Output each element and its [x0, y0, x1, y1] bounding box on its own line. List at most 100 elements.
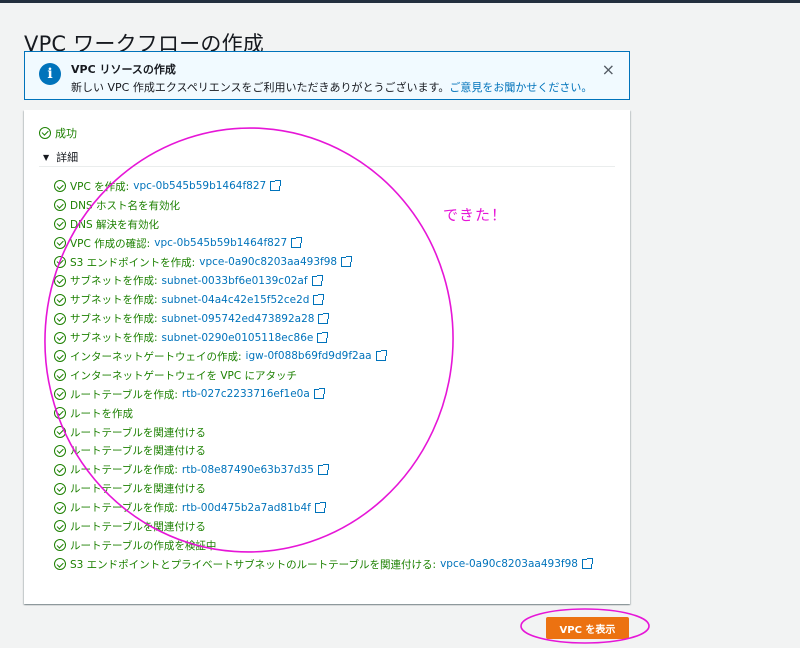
step-text: ルートテーブルを関連付ける [70, 520, 206, 533]
details-toggle[interactable]: ▼ 詳細 [43, 149, 78, 165]
check-circle-icon [54, 237, 66, 250]
flash-message: 新しい VPC 作成エクスペリエンスをご利用いただきありがとうございます。ご意見… [71, 79, 592, 95]
resource-link[interactable]: subnet-095742ed473892a28 [162, 313, 315, 325]
step-item: ルートテーブルを関連付ける [54, 423, 592, 442]
step-item: DNS 解決を有効化 [54, 215, 592, 234]
status-label: 成功 [55, 127, 77, 140]
resource-link[interactable]: igw-0f088b69fd9d9f2aa [246, 350, 372, 362]
step-text: サブネットを作成: [70, 275, 158, 288]
check-circle-icon [54, 274, 66, 287]
resource-link[interactable]: rtb-08e87490e63b37d35 [182, 464, 314, 476]
external-link-icon[interactable] [313, 388, 325, 400]
step-item: ルートテーブルの作成を検証中 [54, 536, 592, 555]
close-icon[interactable]: × [602, 60, 615, 79]
check-circle-icon [54, 180, 66, 193]
check-circle-icon [54, 444, 66, 457]
external-link-icon[interactable] [581, 558, 593, 570]
step-item: ルートテーブルを関連付ける [54, 517, 592, 536]
external-link-icon[interactable] [375, 350, 387, 362]
resource-link[interactable]: rtb-00d475b2a7ad81b4f [182, 502, 311, 514]
step-item: ルートテーブルを関連付ける [54, 441, 592, 460]
caret-down-icon: ▼ [43, 152, 50, 162]
info-flash-banner: i VPC リソースの作成 新しい VPC 作成エクスペリエンスをご利用いただき… [24, 51, 630, 100]
check-circle-icon [54, 482, 66, 495]
step-item: ルートテーブルを作成: rtb-08e87490e63b37d35 [54, 460, 592, 479]
step-text: VPC 作成の確認: [70, 237, 151, 250]
step-text: VPC を作成: [70, 180, 130, 193]
step-text: サブネットを作成: [70, 294, 158, 307]
flash-message-text: 新しい VPC 作成エクスペリエンスをご利用いただきありがとうございます。 [71, 81, 450, 94]
external-link-icon[interactable] [270, 180, 282, 192]
check-circle-icon [54, 539, 66, 552]
resource-link[interactable]: subnet-0033bf6e0139c02af [162, 275, 308, 287]
resource-link[interactable]: vpc-0b545b59b1464f827 [133, 180, 266, 192]
check-circle-icon [54, 369, 66, 382]
resource-link[interactable]: vpce-0a90c8203aa493f98 [440, 558, 578, 570]
workflow-panel: 成功 ▼ 詳細 VPC を作成: vpc-0b545b59b1464f827 DNS… [24, 110, 630, 604]
check-circle-icon [54, 520, 66, 533]
step-text: S3 エンドポイントを作成: [70, 256, 196, 269]
external-link-icon[interactable] [313, 293, 325, 305]
step-text: ルートを作成 [70, 407, 133, 420]
step-item: ルートテーブルを作成: rtb-00d475b2a7ad81b4f [54, 498, 592, 517]
step-item: ルートテーブルを関連付ける [54, 479, 592, 498]
step-text: ルートテーブルの作成を検証中 [70, 539, 217, 552]
step-text: サブネットを作成: [70, 332, 158, 345]
step-item: インターネットゲートウェイの作成: igw-0f088b69fd9d9f2aa [54, 347, 592, 366]
step-item: サブネットを作成: subnet-0290e0105118ec86e [54, 328, 592, 347]
external-link-icon[interactable] [291, 237, 303, 249]
resource-link[interactable]: subnet-04a4c42e15f52ce2d [162, 294, 310, 306]
step-text: インターネットゲートウェイを VPC にアタッチ [70, 369, 298, 382]
step-item: S3 エンドポイントを作成: vpce-0a90c8203aa493f98 [54, 253, 592, 272]
external-link-icon[interactable] [318, 312, 330, 324]
check-circle-icon [54, 558, 66, 571]
step-text: ルートテーブルを関連付ける [70, 483, 206, 496]
step-item: サブネットを作成: subnet-0033bf6e0139c02af [54, 271, 592, 290]
external-link-icon[interactable] [317, 463, 329, 475]
step-item: DNS ホスト名を有効化 [54, 196, 592, 215]
check-circle-icon [54, 256, 66, 268]
step-item: サブネットを作成: subnet-095742ed473892a28 [54, 309, 592, 328]
check-circle-icon [54, 218, 66, 231]
step-text: ルートテーブルを作成: [70, 502, 178, 515]
view-vpc-button[interactable]: VPC を表示 [546, 617, 629, 639]
check-circle-icon [54, 463, 66, 476]
check-circle-icon [54, 388, 66, 401]
resource-link[interactable]: vpce-0a90c8203aa493f98 [199, 256, 337, 268]
divider [39, 166, 615, 167]
flash-title: VPC リソースの作成 [71, 63, 176, 76]
resource-link[interactable]: vpc-0b545b59b1464f827 [154, 237, 287, 249]
check-circle-icon [54, 501, 66, 514]
check-circle-icon [54, 331, 66, 344]
external-link-icon[interactable] [314, 501, 326, 513]
resource-link[interactable]: rtb-027c2233716ef1e0a [182, 388, 310, 400]
external-link-icon[interactable] [341, 256, 353, 267]
external-link-icon[interactable] [311, 274, 323, 286]
step-item: ルートを作成 [54, 404, 592, 423]
check-circle-icon [54, 426, 66, 439]
info-icon: i [39, 63, 61, 85]
status-success: 成功 [39, 125, 77, 141]
step-text: DNS ホスト名を有効化 [70, 199, 180, 212]
step-item: ルートテーブルを作成: rtb-027c2233716ef1e0a [54, 385, 592, 404]
step-item: インターネットゲートウェイを VPC にアタッチ [54, 366, 592, 385]
check-circle-icon [54, 199, 66, 212]
check-circle-icon [54, 312, 66, 325]
step-text: インターネットゲートウェイの作成: [70, 350, 242, 363]
step-item: VPC 作成の確認: vpc-0b545b59b1464f827 [54, 234, 592, 253]
step-text: ルートテーブルを関連付ける [70, 426, 206, 439]
step-text: DNS 解決を有効化 [70, 218, 159, 231]
details-label: 詳細 [56, 151, 79, 164]
step-item: S3 エンドポイントとプライベートサブネットのルートテーブルを関連付ける: vpc… [54, 555, 593, 574]
step-item: VPC を作成: vpc-0b545b59b1464f827 [54, 177, 592, 196]
step-text: サブネットを作成: [70, 313, 158, 326]
feedback-link[interactable]: ご意見をお聞かせください。 [449, 81, 592, 94]
step-text: ルートテーブルを作成: [70, 464, 178, 477]
step-text: ルートテーブルを作成: [70, 388, 178, 401]
resource-link[interactable]: subnet-0290e0105118ec86e [162, 332, 314, 344]
step-text: ルートテーブルを関連付ける [70, 445, 206, 458]
check-circle-icon [39, 127, 51, 139]
external-link-icon[interactable] [317, 331, 329, 343]
step-text: S3 エンドポイントとプライベートサブネットのルートテーブルを関連付ける: [70, 558, 437, 571]
check-circle-icon [54, 293, 66, 306]
